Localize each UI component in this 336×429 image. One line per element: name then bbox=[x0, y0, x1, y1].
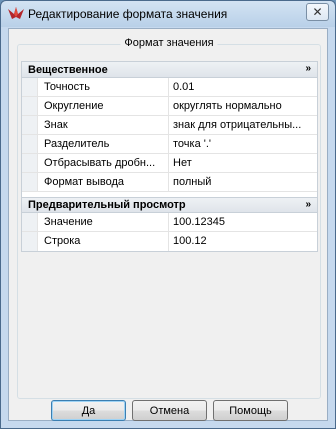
property-name: Формат вывода bbox=[38, 173, 169, 191]
property-name: Разделитель bbox=[38, 135, 169, 153]
property-value[interactable]: округлять нормально bbox=[169, 97, 317, 115]
property-value[interactable]: 100.12345 bbox=[169, 213, 317, 231]
dialog-client-area: Формат значения Вещественное » Точность … bbox=[8, 28, 328, 421]
property-name: Знак bbox=[38, 116, 169, 134]
property-row-output-format[interactable]: Формат вывода полный bbox=[22, 173, 317, 192]
collapse-chevron-icon[interactable]: » bbox=[305, 199, 310, 210]
property-row-string[interactable]: Строка 100.12 bbox=[22, 232, 317, 251]
app-icon bbox=[8, 7, 24, 19]
ok-button[interactable]: Да bbox=[51, 400, 126, 421]
property-value[interactable]: точка '.' bbox=[169, 135, 317, 153]
window-title: Редактирование формата значения bbox=[28, 7, 228, 21]
property-name: Отбрасывать дробн... bbox=[38, 154, 169, 172]
property-value[interactable]: знак для отрицательны... bbox=[169, 116, 317, 134]
property-value[interactable]: Нет bbox=[169, 154, 317, 172]
help-button[interactable]: Помощь bbox=[213, 400, 288, 421]
property-name: Строка bbox=[38, 232, 169, 251]
category-real[interactable]: Вещественное » bbox=[22, 62, 317, 78]
close-button[interactable]: ✕ bbox=[306, 3, 329, 21]
property-value[interactable]: полный bbox=[169, 173, 317, 191]
property-row-sign[interactable]: Знак знак для отрицательны... bbox=[22, 116, 317, 135]
property-name: Значение bbox=[38, 213, 169, 231]
collapse-chevron-icon[interactable]: » bbox=[305, 63, 310, 74]
property-row-value[interactable]: Значение 100.12345 bbox=[22, 213, 317, 232]
property-name: Округление bbox=[38, 97, 169, 115]
property-value[interactable]: 100.12 bbox=[169, 232, 317, 251]
category-title: Вещественное bbox=[28, 63, 108, 76]
property-row-precision[interactable]: Точность 0.01 bbox=[22, 78, 317, 97]
dialog-window: Редактирование формата значения ✕ Формат… bbox=[0, 0, 336, 429]
property-row-separator[interactable]: Разделитель точка '.' bbox=[22, 135, 317, 154]
property-name: Точность bbox=[38, 78, 169, 96]
property-value[interactable]: 0.01 bbox=[169, 78, 317, 96]
close-icon: ✕ bbox=[312, 5, 323, 19]
category-preview[interactable]: Предварительный просмотр » bbox=[22, 197, 317, 213]
property-grid: Вещественное » Точность 0.01 Округление … bbox=[21, 61, 318, 252]
cancel-button[interactable]: Отмена bbox=[132, 400, 207, 421]
title-bar[interactable]: Редактирование формата значения ✕ bbox=[1, 1, 335, 27]
category-title: Предварительный просмотр bbox=[28, 199, 186, 211]
groupbox-legend: Формат значения bbox=[120, 37, 218, 49]
property-row-rounding[interactable]: Округление округлять нормально bbox=[22, 97, 317, 116]
property-row-drop-fraction[interactable]: Отбрасывать дробн... Нет bbox=[22, 154, 317, 173]
